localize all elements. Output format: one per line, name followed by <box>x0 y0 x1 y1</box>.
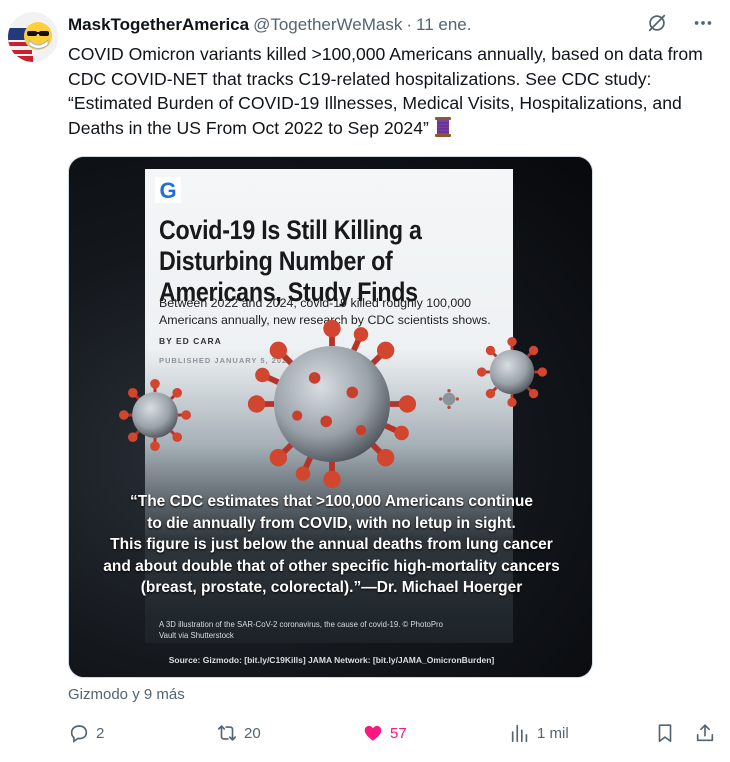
quote-line: “The CDC estimates that >100,000 America… <box>130 493 533 510</box>
image-caption: A 3D illustration of the SAR-CoV-2 coron… <box>159 620 443 640</box>
virus-tiny-icon <box>439 389 459 409</box>
repost-count: 20 <box>244 724 261 742</box>
more-options-icon[interactable] <box>692 12 714 34</box>
share-icon <box>696 724 714 742</box>
virus-small-left-icon <box>119 379 191 451</box>
tweet-media-image[interactable]: G Covid-19 Is Still Killing a Disturbing… <box>68 156 593 678</box>
tweet-top-actions <box>646 12 714 34</box>
thread-spool-icon <box>433 116 453 138</box>
media-source-line: Source: Gizmodo: [bit.ly/C19Kills] JAMA … <box>168 655 495 665</box>
quote-line: and about double that of other specific … <box>103 557 560 575</box>
tweet-header: MaskTogetherAmerica @TogetherWeMask · 11… <box>68 14 471 36</box>
avatar[interactable] <box>8 12 58 62</box>
tweet-body: COVID Omicron variants killed >100,000 A… <box>68 44 703 138</box>
avatar-flag-face-icon <box>8 12 58 62</box>
heart-filled-icon <box>364 725 382 741</box>
views-icon <box>511 724 528 743</box>
quote-line: (breast, prostate, colorectal).”—Dr. Mic… <box>140 579 523 596</box>
quote-line: to die annually from COVID, with no letu… <box>147 514 516 532</box>
media-attribution[interactable]: Gizmodo y 9 más <box>68 686 185 703</box>
bookmark-button[interactable] <box>654 720 676 746</box>
quote-line: This figure is just below the annual dea… <box>110 536 553 553</box>
repost-icon <box>217 725 237 741</box>
tweet-date[interactable]: 11 ene. <box>416 15 471 35</box>
article-byline: BY ED CARA <box>159 336 222 346</box>
quote-block: “The CDC estimates that >100,000 America… <box>69 491 592 599</box>
share-button[interactable] <box>694 720 716 746</box>
author-handle[interactable]: @TogetherWeMask <box>253 15 402 35</box>
gizmodo-logo-icon: G <box>155 177 181 203</box>
tweet-text: COVID Omicron variants killed >100,000 A… <box>68 42 718 140</box>
virus-large-icon <box>247 319 417 489</box>
grok-icon[interactable] <box>646 12 668 34</box>
repost-button[interactable]: 20 <box>216 720 261 746</box>
bookmark-icon <box>658 724 672 743</box>
virus-small-right-icon <box>477 337 547 407</box>
gizmodo-logo-letter: G <box>159 178 176 203</box>
views-count: 1 mil <box>537 724 569 742</box>
like-count: 57 <box>390 724 407 742</box>
views-button[interactable]: 1 mil <box>509 720 569 746</box>
like-button[interactable]: 57 <box>362 720 407 746</box>
header-separator: · <box>406 15 412 34</box>
reply-icon <box>70 725 88 743</box>
tweet-actions-bar: 2 20 57 1 mil <box>68 720 718 746</box>
author-name[interactable]: MaskTogetherAmerica <box>68 15 249 35</box>
reply-count: 2 <box>96 724 105 742</box>
reply-button[interactable]: 2 <box>68 720 104 746</box>
